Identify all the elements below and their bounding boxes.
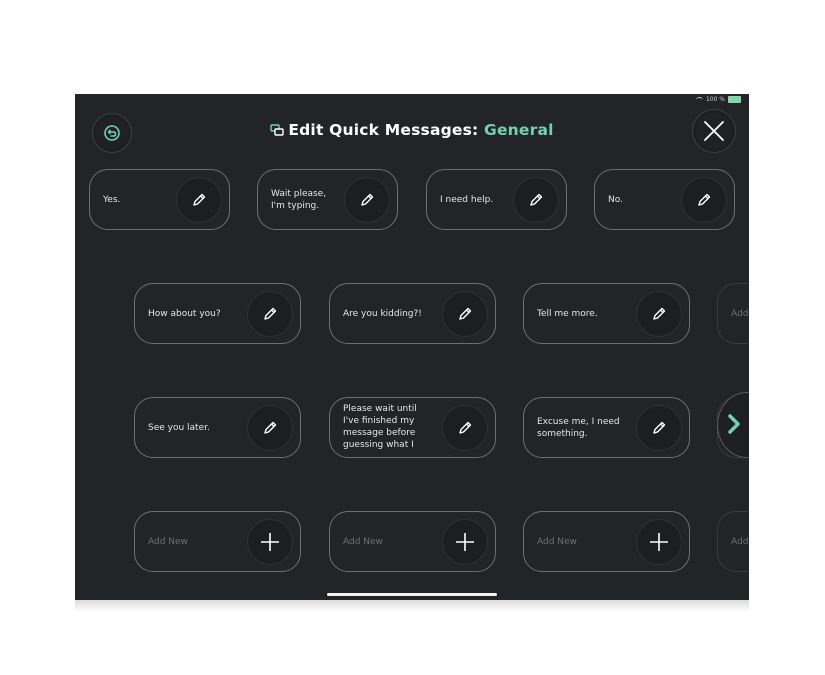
battery-percent: 100 % <box>705 96 725 103</box>
message-card[interactable]: No. <box>594 169 735 230</box>
message-text: Wait please, I'm typing. <box>271 188 327 211</box>
edit-message-button[interactable] <box>442 290 488 337</box>
message-text: Excuse me, I need something. <box>537 416 620 439</box>
status-bar: 100 % <box>695 96 741 103</box>
pencil-icon <box>264 421 277 434</box>
plus-icon <box>650 532 668 551</box>
add-message-button[interactable] <box>247 518 293 565</box>
add-new-card[interactable]: Add New <box>134 511 301 572</box>
page-title: Edit Quick Messages: General <box>75 121 749 139</box>
pencil-icon <box>653 307 666 320</box>
add-new-label: Add New <box>148 536 188 547</box>
device-edge-shadow <box>75 600 749 612</box>
message-text: Please wait until I've finished my messa… <box>343 404 417 450</box>
message-card[interactable]: Please wait until I've finished my messa… <box>329 397 496 458</box>
plus-icon <box>261 532 279 551</box>
message-text: Tell me more. <box>537 308 598 319</box>
quick-messages-screen: 100 % Edit Quick Messages: General Yes. … <box>75 94 749 600</box>
edit-message-button[interactable] <box>247 404 293 451</box>
edit-message-button[interactable] <box>513 176 559 223</box>
message-card[interactable]: See you later. <box>134 397 301 458</box>
add-message-button[interactable] <box>636 518 682 565</box>
add-new-card[interactable]: Add New <box>329 511 496 572</box>
edit-message-button[interactable] <box>344 176 390 223</box>
edit-message-button[interactable] <box>636 404 682 451</box>
pencil-icon <box>361 193 374 206</box>
pencil-icon <box>193 193 206 206</box>
message-card[interactable]: Yes. <box>89 169 230 230</box>
message-card[interactable]: I need help. <box>426 169 567 230</box>
message-card[interactable]: Tell me more. <box>523 283 690 344</box>
pencil-icon <box>653 421 666 434</box>
pencil-icon <box>459 307 472 320</box>
message-card[interactable]: Excuse me, I need something. <box>523 397 690 458</box>
message-text: Add <box>731 308 749 319</box>
chat-bubbles-icon <box>270 124 285 136</box>
edit-message-button[interactable] <box>176 176 222 223</box>
add-new-card-partial[interactable]: Add <box>717 511 749 572</box>
pencil-icon <box>459 421 472 434</box>
message-card[interactable]: How about you? <box>134 283 301 344</box>
message-card[interactable]: Wait please, I'm typing. <box>257 169 398 230</box>
message-card[interactable]: Are you kidding?! <box>329 283 496 344</box>
message-card-partial[interactable]: Add <box>717 283 749 344</box>
add-new-label: Add <box>731 536 749 547</box>
message-text: Are you kidding?! <box>343 308 422 319</box>
chevron-right-icon <box>728 414 740 434</box>
wifi-icon <box>695 96 703 103</box>
add-message-button[interactable] <box>442 518 488 565</box>
home-indicator[interactable] <box>327 593 497 596</box>
battery-icon <box>728 96 741 103</box>
close-button[interactable] <box>692 109 736 153</box>
pencil-icon <box>264 307 277 320</box>
title-prefix: Edit Quick Messages: <box>288 121 485 139</box>
plus-icon <box>456 532 474 551</box>
add-new-card[interactable]: Add New <box>523 511 690 572</box>
edit-message-button[interactable] <box>442 404 488 451</box>
edit-message-button[interactable] <box>636 290 682 337</box>
title-category: General <box>484 121 554 139</box>
close-icon <box>704 121 724 141</box>
message-text: How about you? <box>148 308 221 319</box>
edit-message-button[interactable] <box>247 290 293 337</box>
add-new-label: Add New <box>537 536 577 547</box>
pencil-icon <box>530 193 543 206</box>
pencil-icon <box>698 193 711 206</box>
edit-message-button[interactable] <box>681 176 727 223</box>
add-new-label: Add New <box>343 536 383 547</box>
message-text: See you later. <box>148 422 210 433</box>
